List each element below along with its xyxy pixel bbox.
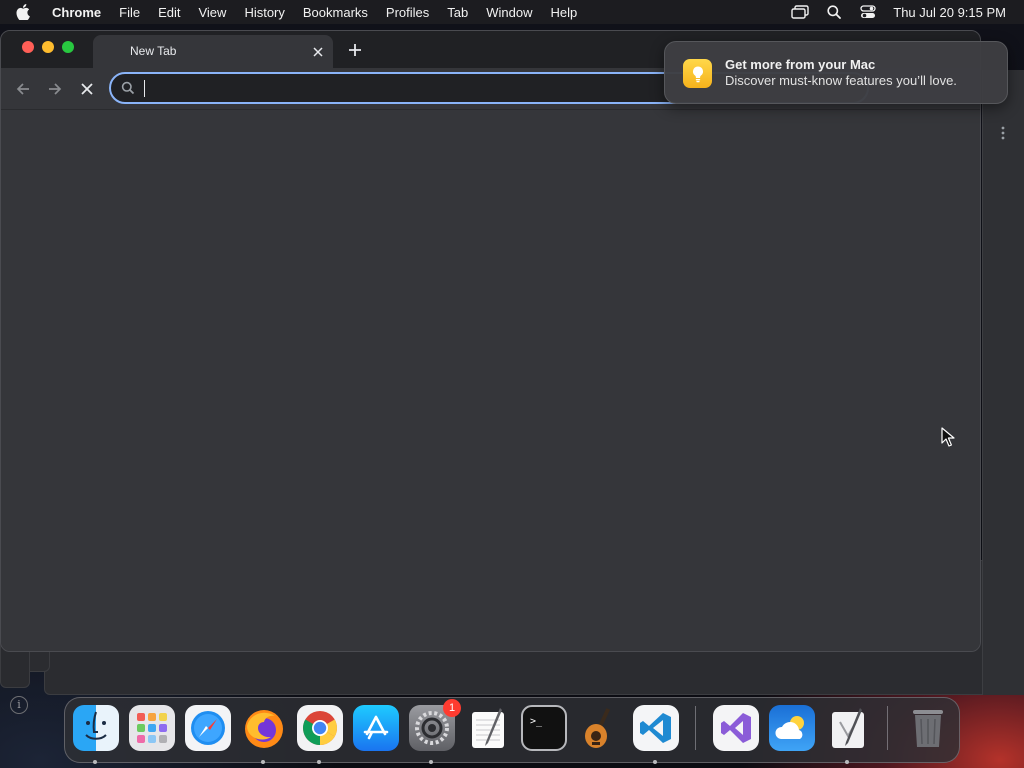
- screen-mirroring-icon[interactable]: [783, 0, 817, 24]
- running-indicator: [261, 760, 265, 764]
- garageband-icon[interactable]: [577, 705, 623, 751]
- notification-banner[interactable]: Get more from your Mac Discover must-kno…: [664, 41, 1008, 104]
- notification-title: Get more from your Mac: [725, 57, 876, 72]
- close-window-button[interactable]: [22, 41, 34, 53]
- mouse-pointer-icon: [941, 427, 955, 447]
- zoom-window-button[interactable]: [62, 41, 74, 53]
- menu-app-name[interactable]: Chrome: [46, 5, 110, 20]
- spotlight-search-icon[interactable]: [817, 0, 851, 24]
- running-indicator: [845, 760, 849, 764]
- app-store-icon[interactable]: [353, 705, 399, 751]
- firefox-icon[interactable]: [241, 705, 287, 751]
- menu-view[interactable]: View: [189, 5, 235, 20]
- system-settings-icon[interactable]: 1: [409, 699, 461, 751]
- finder-icon[interactable]: [73, 705, 119, 751]
- terminal-icon[interactable]: >_: [521, 705, 567, 751]
- tab-title: New Tab: [130, 44, 177, 58]
- chrome-window: New Tab: [0, 30, 981, 652]
- stop-x-icon: [81, 83, 93, 95]
- running-indicator: [429, 760, 433, 764]
- launchpad-icon[interactable]: [129, 705, 175, 751]
- menu-bar-clock[interactable]: Thu Jul 20 9:15 PM: [885, 5, 1024, 20]
- dock-separator: [887, 706, 888, 750]
- visual-studio-icon[interactable]: [713, 705, 759, 751]
- control-center-icon[interactable]: [851, 0, 885, 24]
- stop-loading-button[interactable]: [77, 79, 97, 99]
- more-options-icon[interactable]: [1001, 126, 1005, 140]
- lightbulb-tips-icon: [683, 59, 712, 88]
- back-arrow-icon: [16, 83, 29, 95]
- menu-help[interactable]: Help: [542, 5, 587, 20]
- textedit-icon[interactable]: [465, 705, 511, 751]
- minimize-window-button[interactable]: [42, 41, 54, 53]
- vscode-icon[interactable]: [633, 705, 679, 751]
- running-indicator: [93, 760, 97, 764]
- background-browser-window[interactable]: [982, 70, 1024, 695]
- chrome-icon[interactable]: [297, 705, 343, 751]
- apple-menu-icon[interactable]: [16, 4, 40, 20]
- dock-separator: [695, 706, 696, 750]
- info-icon[interactable]: i: [10, 696, 28, 714]
- running-indicator: [653, 760, 657, 764]
- close-tab-icon[interactable]: [311, 45, 325, 59]
- text-caret: [144, 80, 145, 97]
- safari-icon[interactable]: [185, 705, 231, 751]
- dock: 1 >_: [64, 697, 960, 763]
- menu-file[interactable]: File: [110, 5, 149, 20]
- menu-history[interactable]: History: [235, 5, 293, 20]
- forward-button[interactable]: [45, 79, 65, 99]
- menu-bar: Chrome File Edit View History Bookmarks …: [0, 0, 1024, 24]
- notification-badge: 1: [443, 699, 461, 717]
- page-content[interactable]: [1, 111, 980, 651]
- forward-arrow-icon: [49, 83, 62, 95]
- script-editor-icon[interactable]: [825, 705, 871, 751]
- tab-new-tab[interactable]: New Tab: [93, 35, 333, 68]
- svg-text:>_: >_: [530, 716, 543, 727]
- running-indicator: [317, 760, 321, 764]
- menu-tab[interactable]: Tab: [438, 5, 477, 20]
- notification-body: Discover must-know features you’ll love.: [725, 73, 957, 88]
- new-tab-icon[interactable]: [347, 42, 363, 58]
- trash-icon[interactable]: [905, 705, 951, 751]
- search-icon: [121, 81, 135, 95]
- menu-edit[interactable]: Edit: [149, 5, 189, 20]
- menu-profiles[interactable]: Profiles: [377, 5, 438, 20]
- back-button[interactable]: [13, 79, 33, 99]
- menu-window[interactable]: Window: [477, 5, 541, 20]
- weather-icon[interactable]: [769, 705, 815, 751]
- menu-bookmarks[interactable]: Bookmarks: [294, 5, 377, 20]
